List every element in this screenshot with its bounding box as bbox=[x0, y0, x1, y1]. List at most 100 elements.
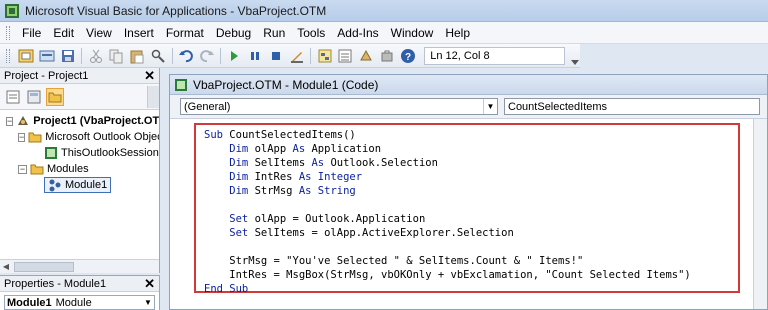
project-explorer-icon[interactable] bbox=[316, 47, 333, 65]
toolbar-separator bbox=[310, 47, 312, 64]
menu-format[interactable]: Format bbox=[160, 26, 210, 40]
toolbar-grip[interactable] bbox=[6, 48, 10, 63]
code-text: CountSelectedItems() bbox=[229, 129, 356, 141]
find-icon[interactable] bbox=[150, 47, 167, 65]
code-text: IntRes = MsgBox(StrMsg, vbOKOnly + vbExc… bbox=[204, 269, 691, 281]
menu-file[interactable]: File bbox=[16, 26, 47, 40]
code-keyword: Dim bbox=[204, 171, 255, 183]
procedure-dropdown-value: CountSelectedItems bbox=[508, 100, 608, 113]
cursor-position: Ln 12, Col 8 bbox=[424, 46, 565, 65]
code-keyword: Dim bbox=[204, 185, 255, 197]
vertical-scrollbar[interactable] bbox=[753, 119, 767, 309]
code-line: Dim SelItems As Outlook.Selection bbox=[204, 156, 738, 170]
menu-run[interactable]: Run bbox=[257, 26, 291, 40]
toolbar-overflow-icon[interactable] bbox=[571, 46, 580, 66]
project-explorer: Project - Project1 ✕ − Project1 (VbaProj… bbox=[0, 68, 160, 273]
code-keyword: As bbox=[311, 157, 331, 169]
tree-node-outlook-objects[interactable]: − Microsoft Outlook Objects bbox=[0, 129, 159, 145]
code-line: Set SelItems = olApp.ActiveExplorer.Sele… bbox=[204, 226, 738, 240]
toolbar-scroll[interactable] bbox=[147, 85, 159, 108]
code-window: VbaProject.OTM - Module1 (Code) (General… bbox=[169, 74, 768, 310]
break-icon[interactable] bbox=[247, 47, 264, 65]
object-selector[interactable]: Module1 Module ▼ bbox=[4, 295, 155, 310]
code-line: End Sub bbox=[204, 282, 738, 296]
undo-icon[interactable] bbox=[177, 47, 194, 65]
menu-add-ins[interactable]: Add-Ins bbox=[331, 26, 384, 40]
paste-icon[interactable] bbox=[129, 47, 146, 65]
help-icon[interactable]: ? bbox=[399, 47, 416, 65]
folder-open-icon bbox=[28, 132, 42, 143]
toggle-folders-icon[interactable] bbox=[46, 87, 64, 106]
redo-icon[interactable] bbox=[198, 47, 215, 65]
scroll-thumb[interactable] bbox=[14, 261, 74, 272]
toolbar-separator bbox=[220, 47, 221, 64]
outlook-objects-label: Microsoft Outlook Objects bbox=[45, 131, 159, 143]
code-line: StrMsg = "You've Selected " & SelItems.C… bbox=[204, 254, 738, 268]
scroll-left-icon[interactable]: ◀ bbox=[0, 261, 12, 273]
menu-window[interactable]: Window bbox=[385, 26, 440, 40]
chevron-down-icon[interactable]: ▼ bbox=[142, 296, 154, 309]
module-label: Module1 bbox=[65, 179, 108, 191]
code-line: Dim olApp As Application bbox=[204, 142, 738, 156]
copy-icon[interactable] bbox=[108, 47, 125, 65]
code-dropdown-row: (General) ▼ CountSelectedItems bbox=[170, 95, 767, 119]
menu-view[interactable]: View bbox=[80, 26, 118, 40]
code-line: Dim StrMsg As String bbox=[204, 184, 738, 198]
code-keyword: As String bbox=[298, 185, 356, 197]
window-title: Microsoft Visual Basic for Applications … bbox=[25, 3, 327, 18]
code-window-title: VbaProject.OTM - Module1 (Code) bbox=[193, 77, 379, 92]
menu-insert[interactable]: Insert bbox=[118, 26, 160, 40]
collapse-icon[interactable]: − bbox=[6, 116, 14, 126]
object-type: Module bbox=[55, 296, 92, 309]
collapse-icon[interactable]: − bbox=[18, 132, 26, 142]
code-line: Dim IntRes As Integer bbox=[204, 170, 738, 184]
view-code-icon[interactable] bbox=[4, 88, 22, 106]
tree-node-session[interactable]: ThisOutlookSession bbox=[0, 145, 159, 161]
menu-tools[interactable]: Tools bbox=[291, 26, 331, 40]
object-dropdown[interactable]: (General) ▼ bbox=[180, 98, 498, 115]
menu-bar: File Edit View Insert Format Debug Run T… bbox=[0, 22, 768, 44]
code-line: IntRes = MsgBox(StrMsg, vbOKOnly + vbExc… bbox=[204, 268, 738, 282]
toolbar-separator bbox=[81, 47, 83, 64]
view-object-icon[interactable] bbox=[25, 88, 43, 106]
close-icon[interactable]: ✕ bbox=[144, 277, 155, 290]
selected-module[interactable]: Module1 bbox=[44, 177, 112, 193]
insert-module-icon[interactable] bbox=[39, 47, 56, 65]
menu-help[interactable]: Help bbox=[439, 26, 476, 40]
properties-header: Properties - Module1 ✕ bbox=[0, 276, 159, 292]
tree-node-modules[interactable]: − Modules bbox=[0, 161, 159, 177]
session-label: ThisOutlookSession bbox=[61, 147, 159, 159]
properties-icon[interactable] bbox=[337, 47, 354, 65]
menu-grip[interactable] bbox=[6, 25, 10, 40]
reset-icon[interactable] bbox=[268, 47, 285, 65]
code-text: StrMsg = "You've Selected " & SelItems.C… bbox=[204, 255, 584, 267]
horizontal-scrollbar[interactable]: ◀ bbox=[0, 259, 159, 273]
close-icon[interactable]: ✕ bbox=[144, 69, 155, 82]
code-text: SelItems = olApp.ActiveExplorer.Selectio… bbox=[254, 227, 514, 239]
procedure-dropdown[interactable]: CountSelectedItems bbox=[504, 98, 760, 115]
code-keyword: As Integer bbox=[298, 171, 363, 183]
design-mode-icon[interactable] bbox=[288, 47, 305, 65]
project-name: Project1 (VbaProject.OTM) bbox=[33, 115, 159, 127]
menu-debug[interactable]: Debug bbox=[210, 26, 257, 40]
vba-project-icon bbox=[18, 116, 29, 125]
tree-node-project[interactable]: − Project1 (VbaProject.OTM) bbox=[0, 113, 159, 129]
view-excel-icon[interactable] bbox=[18, 47, 35, 65]
run-icon[interactable] bbox=[226, 47, 243, 65]
collapse-icon[interactable]: − bbox=[18, 164, 27, 174]
object-browser-icon[interactable] bbox=[358, 47, 375, 65]
module-icon bbox=[49, 179, 61, 192]
save-icon[interactable] bbox=[60, 47, 77, 65]
chevron-down-icon[interactable]: ▼ bbox=[483, 99, 497, 114]
code-keyword: Set bbox=[204, 227, 255, 239]
tree-node-module1[interactable]: Module1 bbox=[0, 177, 159, 193]
toolbox-icon[interactable] bbox=[379, 47, 396, 65]
project-explorer-title: Project - Project1 bbox=[4, 69, 89, 82]
class-module-icon bbox=[45, 147, 57, 159]
code-editor[interactable]: Sub CountSelectedItems() Dim olApp As Ap… bbox=[194, 123, 740, 296]
cut-icon[interactable] bbox=[87, 47, 104, 65]
code-text: StrMsg bbox=[254, 185, 299, 197]
title-bar: Microsoft Visual Basic for Applications … bbox=[0, 0, 768, 22]
menu-edit[interactable]: Edit bbox=[47, 26, 80, 40]
object-name: Module1 bbox=[7, 296, 52, 309]
